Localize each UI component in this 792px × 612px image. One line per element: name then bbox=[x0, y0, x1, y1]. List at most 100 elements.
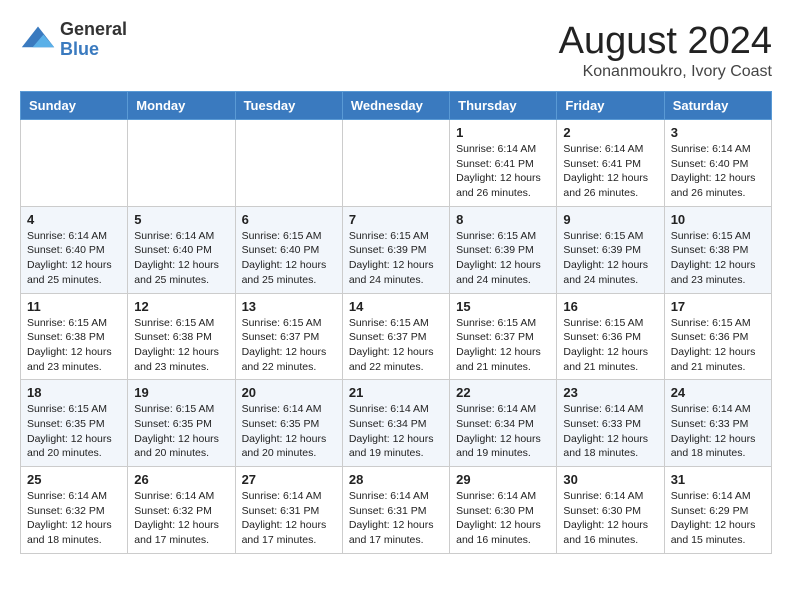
day-number: 8 bbox=[456, 212, 550, 227]
day-number: 20 bbox=[242, 385, 336, 400]
calendar-cell: 4 Sunrise: 6:14 AM Sunset: 6:40 PM Daylig… bbox=[21, 206, 128, 293]
day-number: 10 bbox=[671, 212, 765, 227]
day-info: Sunrise: 6:15 AM Sunset: 6:39 PM Dayligh… bbox=[456, 229, 550, 288]
day-info: Sunrise: 6:15 AM Sunset: 6:36 PM Dayligh… bbox=[671, 316, 765, 375]
day-number: 1 bbox=[456, 125, 550, 140]
day-number: 24 bbox=[671, 385, 765, 400]
day-number: 4 bbox=[27, 212, 121, 227]
calendar-cell: 2Sunrise: 6:14 AM Sunset: 6:41 PM Daylig… bbox=[557, 120, 664, 207]
day-info: Sunrise: 6:14 AM Sunset: 6:40 PM Dayligh… bbox=[27, 229, 121, 288]
calendar-cell: 30Sunrise: 6:14 AM Sunset: 6:30 PM Dayli… bbox=[557, 467, 664, 554]
day-info: Sunrise: 6:15 AM Sunset: 6:37 PM Dayligh… bbox=[242, 316, 336, 375]
day-number: 29 bbox=[456, 472, 550, 487]
calendar-cell: 3Sunrise: 6:14 AM Sunset: 6:40 PM Daylig… bbox=[664, 120, 771, 207]
calendar-cell: 18 Sunrise: 6:15 AM Sunset: 6:35 PM Dayli… bbox=[21, 380, 128, 467]
day-info: Sunrise: 6:15 AM Sunset: 6:35 PM Dayligh… bbox=[27, 402, 121, 461]
day-number: 13 bbox=[242, 299, 336, 314]
calendar-cell bbox=[128, 120, 235, 207]
day-number: 31 bbox=[671, 472, 765, 487]
calendar-cell: 21 Sunrise: 6:14 AM Sunset: 6:34 PM Dayli… bbox=[342, 380, 449, 467]
calendar-cell: 16 Sunrise: 6:15 AM Sunset: 6:36 PM Dayli… bbox=[557, 293, 664, 380]
day-info: Sunrise: 6:15 AM Sunset: 6:36 PM Dayligh… bbox=[563, 316, 657, 375]
day-info: Sunrise: 6:15 AM Sunset: 6:38 PM Dayligh… bbox=[134, 316, 228, 375]
calendar-cell: 17 Sunrise: 6:15 AM Sunset: 6:36 PM Dayli… bbox=[664, 293, 771, 380]
calendar-cell: 25 Sunrise: 6:14 AM Sunset: 6:32 PM Dayli… bbox=[21, 467, 128, 554]
calendar-cell bbox=[342, 120, 449, 207]
day-info: Sunrise: 6:15 AM Sunset: 6:39 PM Dayligh… bbox=[563, 229, 657, 288]
calendar-cell: 28 Sunrise: 6:14 AM Sunset: 6:31 PM Dayli… bbox=[342, 467, 449, 554]
day-header-sunday: Sunday bbox=[21, 92, 128, 120]
location-title: Konanmoukro, Ivory Coast bbox=[559, 63, 772, 81]
day-header-saturday: Saturday bbox=[664, 92, 771, 120]
day-header-tuesday: Tuesday bbox=[235, 92, 342, 120]
calendar-cell: 20 Sunrise: 6:14 AM Sunset: 6:35 PM Dayli… bbox=[235, 380, 342, 467]
header: General Blue August 2024 Konanmoukro, Iv… bbox=[20, 20, 772, 81]
day-number: 26 bbox=[134, 472, 228, 487]
calendar-header-row: SundayMondayTuesdayWednesdayThursdayFrid… bbox=[21, 92, 772, 120]
day-number: 18 bbox=[27, 385, 121, 400]
day-info: Sunrise: 6:14 AM Sunset: 6:40 PM Dayligh… bbox=[134, 229, 228, 288]
calendar-cell bbox=[21, 120, 128, 207]
day-info: Sunrise: 6:15 AM Sunset: 6:40 PM Dayligh… bbox=[242, 229, 336, 288]
day-info: Sunrise: 6:14 AM Sunset: 6:35 PM Dayligh… bbox=[242, 402, 336, 461]
calendar-cell: 15 Sunrise: 6:15 AM Sunset: 6:37 PM Dayli… bbox=[450, 293, 557, 380]
day-number: 30 bbox=[563, 472, 657, 487]
calendar-week-5: 25 Sunrise: 6:14 AM Sunset: 6:32 PM Dayli… bbox=[21, 467, 772, 554]
day-number: 17 bbox=[671, 299, 765, 314]
calendar-body: 1 Sunrise: 6:14 AM Sunset: 6:41 PM Daylig… bbox=[21, 120, 772, 554]
calendar-cell: 19Sunrise: 6:15 AM Sunset: 6:35 PM Dayli… bbox=[128, 380, 235, 467]
calendar-cell: 29 Sunrise: 6:14 AM Sunset: 6:30 PM Dayli… bbox=[450, 467, 557, 554]
calendar-week-3: 11Sunrise: 6:15 AM Sunset: 6:38 PM Dayli… bbox=[21, 293, 772, 380]
day-number: 21 bbox=[349, 385, 443, 400]
day-info: Sunrise: 6:14 AM Sunset: 6:33 PM Dayligh… bbox=[671, 402, 765, 461]
day-header-thursday: Thursday bbox=[450, 92, 557, 120]
day-number: 27 bbox=[242, 472, 336, 487]
day-number: 5 bbox=[134, 212, 228, 227]
calendar-week-2: 4 Sunrise: 6:14 AM Sunset: 6:40 PM Daylig… bbox=[21, 206, 772, 293]
calendar-week-1: 1 Sunrise: 6:14 AM Sunset: 6:41 PM Daylig… bbox=[21, 120, 772, 207]
day-info: Sunrise: 6:14 AM Sunset: 6:32 PM Dayligh… bbox=[134, 489, 228, 548]
day-number: 15 bbox=[456, 299, 550, 314]
day-info: Sunrise: 6:14 AM Sunset: 6:31 PM Dayligh… bbox=[349, 489, 443, 548]
day-number: 28 bbox=[349, 472, 443, 487]
day-info: Sunrise: 6:14 AM Sunset: 6:41 PM Dayligh… bbox=[456, 142, 550, 201]
day-header-wednesday: Wednesday bbox=[342, 92, 449, 120]
day-info: Sunrise: 6:14 AM Sunset: 6:30 PM Dayligh… bbox=[456, 489, 550, 548]
day-header-monday: Monday bbox=[128, 92, 235, 120]
day-header-friday: Friday bbox=[557, 92, 664, 120]
calendar-cell: 1 Sunrise: 6:14 AM Sunset: 6:41 PM Daylig… bbox=[450, 120, 557, 207]
day-info: Sunrise: 6:15 AM Sunset: 6:38 PM Dayligh… bbox=[27, 316, 121, 375]
day-info: Sunrise: 6:14 AM Sunset: 6:40 PM Dayligh… bbox=[671, 142, 765, 201]
day-info: Sunrise: 6:14 AM Sunset: 6:34 PM Dayligh… bbox=[349, 402, 443, 461]
day-info: Sunrise: 6:14 AM Sunset: 6:29 PM Dayligh… bbox=[671, 489, 765, 548]
month-title: August 2024 bbox=[559, 20, 772, 63]
calendar-week-4: 18 Sunrise: 6:15 AM Sunset: 6:35 PM Dayli… bbox=[21, 380, 772, 467]
day-info: Sunrise: 6:14 AM Sunset: 6:32 PM Dayligh… bbox=[27, 489, 121, 548]
calendar-table: SundayMondayTuesdayWednesdayThursdayFrid… bbox=[20, 91, 772, 554]
day-info: Sunrise: 6:15 AM Sunset: 6:37 PM Dayligh… bbox=[456, 316, 550, 375]
title-area: August 2024 Konanmoukro, Ivory Coast bbox=[559, 20, 772, 81]
calendar-cell: 22 Sunrise: 6:14 AM Sunset: 6:34 PM Dayli… bbox=[450, 380, 557, 467]
calendar-cell: 7Sunrise: 6:15 AM Sunset: 6:39 PM Daylig… bbox=[342, 206, 449, 293]
day-info: Sunrise: 6:14 AM Sunset: 6:34 PM Dayligh… bbox=[456, 402, 550, 461]
calendar-cell: 12Sunrise: 6:15 AM Sunset: 6:38 PM Dayli… bbox=[128, 293, 235, 380]
day-info: Sunrise: 6:15 AM Sunset: 6:38 PM Dayligh… bbox=[671, 229, 765, 288]
day-info: Sunrise: 6:15 AM Sunset: 6:37 PM Dayligh… bbox=[349, 316, 443, 375]
calendar-cell: 9Sunrise: 6:15 AM Sunset: 6:39 PM Daylig… bbox=[557, 206, 664, 293]
day-number: 14 bbox=[349, 299, 443, 314]
day-number: 22 bbox=[456, 385, 550, 400]
calendar-cell: 31 Sunrise: 6:14 AM Sunset: 6:29 PM Dayli… bbox=[664, 467, 771, 554]
day-info: Sunrise: 6:14 AM Sunset: 6:41 PM Dayligh… bbox=[563, 142, 657, 201]
logo: General Blue bbox=[20, 20, 127, 60]
calendar-cell: 11Sunrise: 6:15 AM Sunset: 6:38 PM Dayli… bbox=[21, 293, 128, 380]
calendar-cell: 13 Sunrise: 6:15 AM Sunset: 6:37 PM Dayli… bbox=[235, 293, 342, 380]
day-number: 23 bbox=[563, 385, 657, 400]
day-number: 16 bbox=[563, 299, 657, 314]
day-number: 25 bbox=[27, 472, 121, 487]
day-info: Sunrise: 6:15 AM Sunset: 6:35 PM Dayligh… bbox=[134, 402, 228, 461]
calendar-cell: 8 Sunrise: 6:15 AM Sunset: 6:39 PM Daylig… bbox=[450, 206, 557, 293]
calendar-cell: 26 Sunrise: 6:14 AM Sunset: 6:32 PM Dayli… bbox=[128, 467, 235, 554]
calendar-cell: 24 Sunrise: 6:14 AM Sunset: 6:33 PM Dayli… bbox=[664, 380, 771, 467]
calendar-cell bbox=[235, 120, 342, 207]
day-info: Sunrise: 6:15 AM Sunset: 6:39 PM Dayligh… bbox=[349, 229, 443, 288]
